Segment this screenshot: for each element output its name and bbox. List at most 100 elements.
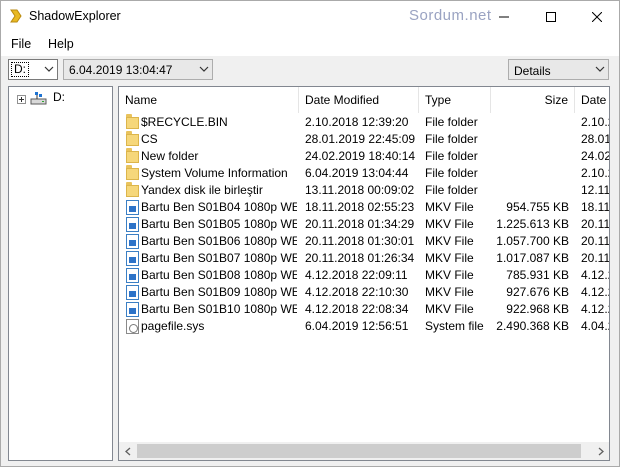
file-date-modified: 4.12.2018 22:10:30 <box>305 285 409 299</box>
file-name: Bartu Ben S01B09 1080p WE... <box>141 285 297 299</box>
scroll-left-button[interactable] <box>119 442 136 460</box>
file-type: MKV File <box>425 268 474 282</box>
drive-icon <box>30 92 47 105</box>
table-row[interactable]: Bartu Ben S01B04 1080p WE... 18.11.2018 … <box>119 199 609 216</box>
file-date: 4.12.2 <box>581 268 609 282</box>
expand-plus-icon[interactable] <box>17 95 26 104</box>
drive-dropdown[interactable]: D: <box>8 59 58 80</box>
file-type: MKV File <box>425 234 474 248</box>
file-size: 927.676 KB <box>506 285 569 299</box>
file-type: System file <box>425 319 484 333</box>
file-type: MKV File <box>425 302 474 316</box>
horizontal-scrollbar[interactable] <box>119 442 609 460</box>
table-row[interactable]: pagefile.sys 6.04.2019 12:56:51 System f… <box>119 318 609 335</box>
window-title: ShadowExplorer <box>29 9 121 23</box>
scroll-right-button[interactable] <box>592 442 609 460</box>
menu-help[interactable]: Help <box>48 37 74 51</box>
menu-file[interactable]: File <box>11 37 31 51</box>
file-name: Yandex disk ile birleştir <box>141 183 263 197</box>
main-window: ShadowExplorer Sordum.net File Help D: 6… <box>0 0 620 467</box>
file-size: 922.968 KB <box>506 302 569 316</box>
drive-dropdown-value: D: <box>11 62 29 77</box>
file-date-modified: 2.10.2018 12:39:20 <box>305 115 409 129</box>
title-bar[interactable]: ShadowExplorer Sordum.net <box>1 1 619 32</box>
watermark-text: Sordum.net <box>409 7 492 24</box>
list-header: Name Date Modified Type Size Date <box>119 87 609 113</box>
table-row[interactable]: New folder 24.02.2019 18:40:14 File fold… <box>119 148 609 165</box>
file-size: 954.755 KB <box>506 200 569 214</box>
file-type: File folder <box>425 166 478 180</box>
file-date: 20.11 <box>581 251 610 265</box>
chevron-right-icon <box>598 447 604 455</box>
menu-bar: File Help <box>1 32 619 56</box>
minimize-icon <box>499 16 509 17</box>
file-date-modified: 13.11.2018 00:09:02 <box>305 183 415 197</box>
video-file-icon <box>126 251 139 266</box>
table-row[interactable]: Bartu Ben S01B05 1080p WE... 20.11.2018 … <box>119 216 609 233</box>
snapshot-date-dropdown[interactable]: 6.04.2019 13:04:47 <box>63 59 213 80</box>
video-file-icon <box>126 234 139 249</box>
table-row[interactable]: Bartu Ben S01B07 1080p WE... 20.11.2018 … <box>119 250 609 267</box>
column-header-date-modified[interactable]: Date Modified <box>299 87 419 113</box>
chevron-down-icon <box>595 66 605 72</box>
file-date-modified: 6.04.2019 13:04:44 <box>305 166 409 180</box>
file-size: 1.057.700 KB <box>496 234 569 248</box>
column-header-type[interactable]: Type <box>419 87 491 113</box>
file-date: 18.11 <box>581 200 610 214</box>
table-row[interactable]: System Volume Information 6.04.2019 13:0… <box>119 165 609 182</box>
file-date-modified: 4.12.2018 22:09:11 <box>305 268 408 282</box>
file-list[interactable]: Name Date Modified Type Size Date $RECYC… <box>118 86 610 461</box>
file-size: 1.017.087 KB <box>496 251 569 265</box>
file-date-modified: 20.11.2018 01:34:29 <box>305 217 415 231</box>
file-date-modified: 4.12.2018 22:08:34 <box>305 302 409 316</box>
column-header-date[interactable]: Date <box>575 87 609 113</box>
table-row[interactable]: Bartu Ben S01B09 1080p WE... 4.12.2018 2… <box>119 284 609 301</box>
file-name: CS <box>141 132 158 146</box>
file-name: Bartu Ben S01B04 1080p WE... <box>141 200 297 214</box>
file-name: pagefile.sys <box>141 319 205 333</box>
file-type: MKV File <box>425 217 474 231</box>
file-date: 2.10.2 <box>581 115 609 129</box>
file-type: File folder <box>425 183 478 197</box>
chevron-down-icon <box>44 66 54 72</box>
file-date-modified: 20.11.2018 01:30:01 <box>305 234 415 248</box>
scrollbar-thumb[interactable] <box>137 444 581 458</box>
tree-item-drive-d[interactable]: D: <box>53 90 65 104</box>
file-name: $RECYCLE.BIN <box>141 115 228 129</box>
table-row[interactable]: Bartu Ben S01B10 1080p WE... 4.12.2018 2… <box>119 301 609 318</box>
maximize-button[interactable] <box>528 1 574 32</box>
file-date: 4.04.2 <box>581 319 609 333</box>
file-date-modified: 18.11.2018 02:55:23 <box>305 200 415 214</box>
folder-icon <box>126 165 139 180</box>
video-file-icon <box>126 302 139 317</box>
file-date: 12.11 <box>581 183 610 197</box>
file-type: File folder <box>425 149 478 163</box>
table-row[interactable]: $RECYCLE.BIN 2.10.2018 12:39:20 File fol… <box>119 114 609 131</box>
chevron-down-icon <box>199 66 209 72</box>
snapshot-date-value: 6.04.2019 13:04:47 <box>69 63 173 77</box>
chevron-left-icon <box>124 447 130 455</box>
folder-tree[interactable]: D: <box>8 86 113 461</box>
file-type: MKV File <box>425 285 474 299</box>
table-row[interactable]: Bartu Ben S01B06 1080p WE... 20.11.2018 … <box>119 233 609 250</box>
video-file-icon <box>126 268 139 283</box>
system-file-icon <box>126 319 139 334</box>
file-date: 4.12.2 <box>581 285 609 299</box>
table-row[interactable]: Bartu Ben S01B08 1080p WE... 4.12.2018 2… <box>119 267 609 284</box>
close-button[interactable] <box>574 1 620 32</box>
folder-icon <box>126 114 139 129</box>
column-header-name[interactable]: Name <box>119 87 299 113</box>
file-size: 2.490.368 KB <box>496 319 569 333</box>
file-type: File folder <box>425 115 478 129</box>
view-mode-dropdown[interactable]: Details <box>508 59 609 80</box>
file-name: System Volume Information <box>141 166 288 180</box>
folder-icon <box>126 182 139 197</box>
minimize-button[interactable] <box>481 1 527 32</box>
table-row[interactable]: Yandex disk ile birleştir 13.11.2018 00:… <box>119 182 609 199</box>
file-date: 4.12.2 <box>581 302 609 316</box>
file-date: 20.11 <box>581 234 610 248</box>
column-header-size[interactable]: Size <box>491 87 575 113</box>
table-row[interactable]: CS 28.01.2019 22:45:09 File folder 28.01 <box>119 131 609 148</box>
view-mode-value: Details <box>514 64 551 78</box>
file-type: MKV File <box>425 251 474 265</box>
